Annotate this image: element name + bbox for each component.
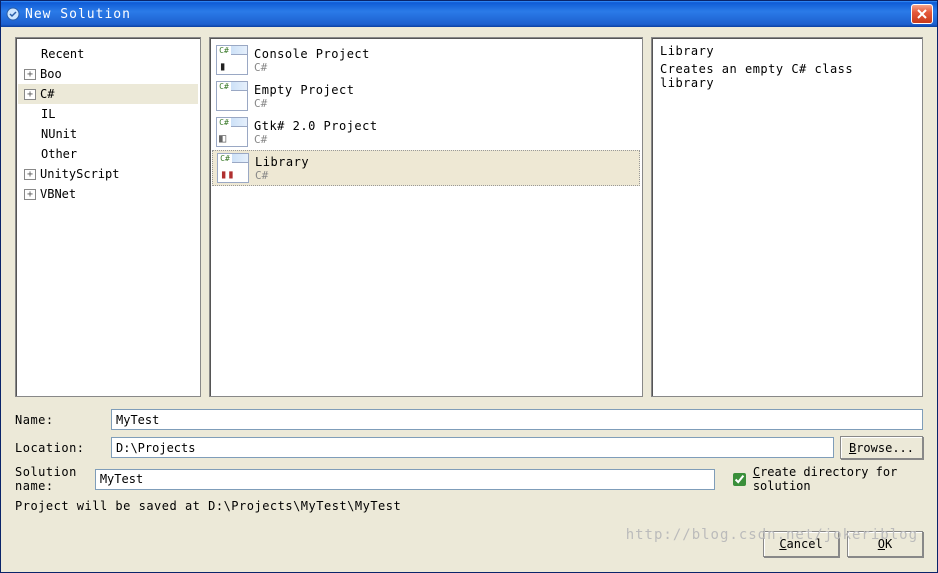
- tree-item-label: C#: [40, 87, 54, 101]
- window-title: New Solution: [25, 7, 911, 22]
- expander-icon[interactable]: +: [24, 189, 36, 200]
- footer: Cancel OK: [15, 531, 923, 557]
- tree-item-vbnet[interactable]: + VBNet: [18, 184, 198, 204]
- cancel-button[interactable]: Cancel: [763, 531, 839, 557]
- template-item-console-project[interactable]: C#▮ Console ProjectC#: [212, 42, 640, 78]
- create-dir-checkbox-label[interactable]: Create directory for solution: [729, 465, 923, 493]
- tree-item-c-[interactable]: + C#: [18, 84, 198, 104]
- tree-item-label: Boo: [40, 67, 62, 81]
- template-sub: C#: [254, 133, 378, 146]
- dialog-content: Recent + Boo + C# IL NUnit Other + UnityScript + VB…: [1, 27, 937, 572]
- template-name: Gtk# 2.0 Project: [254, 119, 378, 133]
- template-icon: C#▮▮: [217, 153, 249, 183]
- tree-item-il[interactable]: IL: [18, 104, 198, 124]
- template-sub: C#: [254, 61, 370, 74]
- location-input[interactable]: [111, 437, 834, 458]
- close-button[interactable]: [911, 4, 933, 24]
- ok-button[interactable]: OK: [847, 531, 923, 557]
- tree-item-recent[interactable]: Recent: [18, 44, 198, 64]
- template-icon: C#◧: [216, 117, 248, 147]
- row-name: Name:: [15, 409, 923, 430]
- panes-row: Recent + Boo + C# IL NUnit Other + UnityScript + VB…: [15, 37, 923, 397]
- solution-name-input[interactable]: [95, 469, 715, 490]
- template-name: Console Project: [254, 47, 370, 61]
- template-item-library[interactable]: C#▮▮ LibraryC#: [212, 150, 640, 186]
- save-path-hint: Project will be saved at D:\Projects\MyT…: [15, 499, 923, 513]
- expander-icon[interactable]: +: [24, 89, 36, 100]
- location-label: Location:: [15, 441, 111, 455]
- expander-icon[interactable]: +: [24, 69, 36, 80]
- expander-icon[interactable]: +: [24, 169, 36, 180]
- template-name: Library: [255, 155, 309, 169]
- dialog-window: New Solution Recent + Boo + C# IL NUnit Other + U…: [0, 0, 938, 573]
- tree-item-boo[interactable]: + Boo: [18, 64, 198, 84]
- name-input[interactable]: [111, 409, 923, 430]
- browse-button[interactable]: Browse...: [840, 436, 923, 459]
- tree-item-label: Other: [41, 147, 77, 161]
- create-dir-checkbox[interactable]: [733, 473, 746, 486]
- template-name: Empty Project: [254, 83, 354, 97]
- row-solution: Solution name: Create directory for solu…: [15, 465, 923, 493]
- row-location: Location: Browse...: [15, 436, 923, 459]
- tree-item-label: IL: [41, 107, 55, 121]
- template-icon: C#▮: [216, 45, 248, 75]
- tree-item-label: NUnit: [41, 127, 77, 141]
- template-item-gtk-2-0-project[interactable]: C#◧ Gtk# 2.0 ProjectC#: [212, 114, 640, 150]
- solution-name-label: Solution name:: [15, 465, 95, 493]
- description-pane: Library Creates an empty C# class librar…: [651, 37, 923, 397]
- tree-item-unityscript[interactable]: + UnityScript: [18, 164, 198, 184]
- category-tree[interactable]: Recent + Boo + C# IL NUnit Other + UnityScript + VB…: [15, 37, 201, 397]
- tree-item-nunit[interactable]: NUnit: [18, 124, 198, 144]
- titlebar: New Solution: [1, 1, 937, 27]
- description-body: Creates an empty C# class library: [660, 62, 914, 90]
- tree-item-other[interactable]: Other: [18, 144, 198, 164]
- form: Name: Location: Browse... Solution name:…: [15, 409, 923, 513]
- app-icon: [5, 6, 21, 22]
- description-title: Library: [660, 44, 914, 58]
- tree-item-label: VBNet: [40, 187, 76, 201]
- template-list[interactable]: C#▮Console ProjectC#C#Empty ProjectC#C#◧…: [209, 37, 643, 397]
- tree-item-label: UnityScript: [40, 167, 119, 181]
- tree-item-label: Recent: [41, 47, 84, 61]
- close-icon: [917, 9, 927, 19]
- template-sub: C#: [254, 97, 354, 110]
- template-icon: C#: [216, 81, 248, 111]
- template-item-empty-project[interactable]: C#Empty ProjectC#: [212, 78, 640, 114]
- template-sub: C#: [255, 169, 309, 182]
- name-label: Name:: [15, 413, 111, 427]
